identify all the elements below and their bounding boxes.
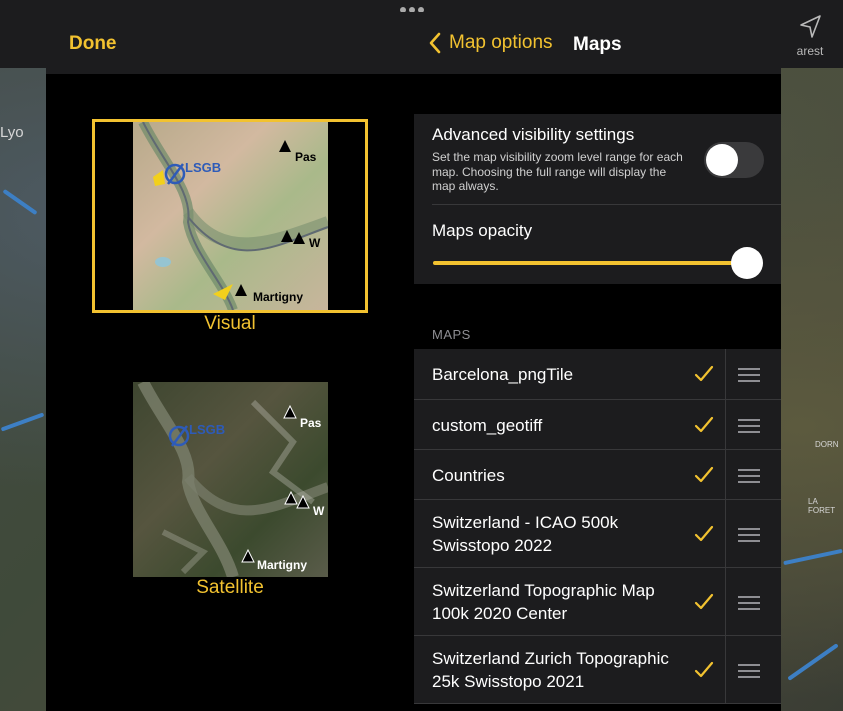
checkmark-icon xyxy=(694,365,714,382)
drag-handle-icon[interactable] xyxy=(738,469,760,487)
map-row[interactable]: Barcelona_pngTile xyxy=(414,349,781,400)
background-city-label: Lyo xyxy=(0,124,24,141)
nearest-label: arest xyxy=(796,44,824,58)
map-name: Switzerland Zurich Topographic 25k Swiss… xyxy=(432,649,669,691)
opacity-slider-track[interactable] xyxy=(433,261,749,265)
divider xyxy=(725,400,726,450)
place-label: Pas xyxy=(295,150,317,164)
checkmark-icon xyxy=(694,661,714,678)
advanced-visibility-title: Advanced visibility settings xyxy=(432,125,635,144)
map-name: Switzerland - ICAO 500k Swisstopo 2022 xyxy=(432,513,619,555)
map-name: Barcelona_pngTile xyxy=(432,365,574,384)
background-place-label: LA FORET xyxy=(808,497,836,515)
page-title: Maps xyxy=(573,34,622,55)
map-row[interactable]: Countries xyxy=(414,450,781,500)
map-style-visual[interactable]: LSGB Pas W Martigny xyxy=(92,119,368,313)
place-label: W xyxy=(313,504,325,518)
opacity-slider-knob[interactable] xyxy=(731,247,763,279)
divider xyxy=(432,204,781,205)
visual-map-preview: LSGB Pas W Martigny xyxy=(133,122,328,310)
toggle-knob xyxy=(706,144,738,176)
modal-header: Done Map options Maps xyxy=(46,12,781,74)
map-style-satellite[interactable]: LSGB Pas W Martigny xyxy=(133,382,328,577)
navigation-arrow-icon xyxy=(800,15,821,38)
map-row[interactable]: Switzerland Zurich Topographic 25k Swiss… xyxy=(414,636,781,704)
advanced-visibility-toggle[interactable] xyxy=(704,142,764,178)
divider xyxy=(414,703,781,704)
background-place-label: DORN xyxy=(815,440,839,449)
maps-settings-modal: Done Map options Maps LSGB Pas W Martign… xyxy=(46,12,781,711)
drag-handle-icon[interactable] xyxy=(738,528,760,546)
airport-label: LSGB xyxy=(189,422,226,437)
done-button[interactable]: Done xyxy=(69,33,117,55)
back-button[interactable]: Map options xyxy=(428,32,553,54)
map-row[interactable]: Switzerland Topographic Map 100k 2020 Ce… xyxy=(414,568,781,636)
checkmark-icon xyxy=(694,525,714,542)
map-name: Countries xyxy=(432,466,505,485)
advanced-visibility-description: Set the map visibility zoom level range … xyxy=(432,150,683,193)
map-style-visual-label[interactable]: Visual xyxy=(93,313,367,335)
back-label: Map options xyxy=(449,32,553,53)
drag-handle-icon[interactable] xyxy=(738,596,760,614)
checkmark-icon xyxy=(694,416,714,433)
map-row[interactable]: Switzerland - ICAO 500k Swisstopo 2022 xyxy=(414,500,781,568)
map-name: custom_geotiff xyxy=(432,416,543,435)
visibility-settings-card: Advanced visibility settings Set the map… xyxy=(414,114,781,284)
nearest-button[interactable]: arest xyxy=(780,14,840,58)
map-style-satellite-label[interactable]: Satellite xyxy=(93,577,367,599)
chevron-left-icon xyxy=(429,32,441,54)
satellite-map-preview: LSGB Pas W Martigny xyxy=(133,382,328,577)
drag-handle-icon[interactable] xyxy=(738,664,760,682)
checkmark-icon xyxy=(694,466,714,483)
divider xyxy=(725,568,726,636)
drag-handle-icon[interactable] xyxy=(738,368,760,386)
place-label: Martigny xyxy=(253,290,304,304)
map-row[interactable]: custom_geotiff xyxy=(414,400,781,450)
maps-opacity-title: Maps opacity xyxy=(432,221,533,240)
map-name: Switzerland Topographic Map 100k 2020 Ce… xyxy=(432,581,655,623)
drag-handle-icon[interactable] xyxy=(738,419,760,437)
place-label: Martigny xyxy=(257,558,308,572)
place-label: Pas xyxy=(300,416,322,430)
divider xyxy=(725,349,726,400)
place-label: W xyxy=(309,236,321,250)
checkmark-icon xyxy=(694,593,714,610)
divider xyxy=(725,450,726,500)
divider xyxy=(725,500,726,568)
divider xyxy=(725,636,726,704)
airport-label: LSGB xyxy=(185,160,222,175)
maps-section-header: MAPS xyxy=(432,327,471,342)
